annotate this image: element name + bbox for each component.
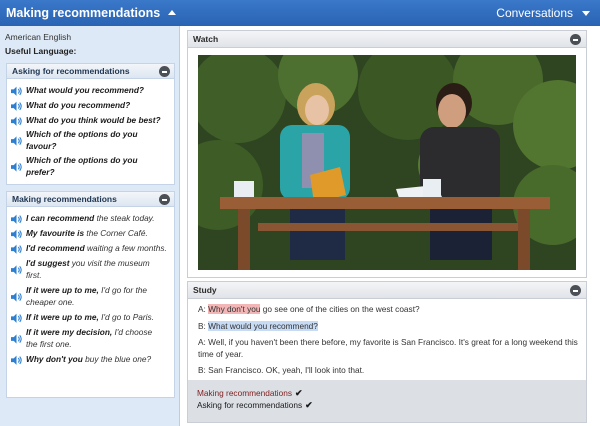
- phrase-text: What would you recommend?: [26, 85, 145, 95]
- top-bar: Making recommendations Conversations: [0, 0, 600, 26]
- phrase-key: If it were my decision,: [26, 327, 113, 337]
- card-title: Making recommendations: [12, 194, 117, 204]
- card-title: Asking for recommendations: [12, 66, 130, 76]
- phrase-rest: buy the blue one?: [85, 354, 152, 364]
- sidebar: American English Useful Language: Asking…: [0, 26, 180, 426]
- speaker-icon[interactable]: [11, 130, 22, 152]
- phrase-text: What do you recommend?: [26, 100, 131, 110]
- phrase-key: If it were up to me,: [26, 312, 99, 322]
- collapse-icon[interactable]: [159, 194, 170, 205]
- transcript-line: B: San Francisco. OK, yeah, I'll look in…: [198, 365, 582, 377]
- watch-panel: Watch: [187, 30, 587, 278]
- highlighted-phrase[interactable]: Why don't you: [208, 304, 261, 314]
- speaker-icon[interactable]: [11, 244, 22, 255]
- checklist-label: Asking for recommendations: [197, 400, 303, 410]
- study-title: Study: [193, 285, 217, 295]
- speaker-icon[interactable]: [11, 286, 22, 308]
- useful-language-heading: Useful Language:: [5, 46, 77, 56]
- lesson-title-toggle[interactable]: Making recommendations: [0, 6, 177, 20]
- card-header: Asking for recommendations: [7, 64, 174, 79]
- speaker-icon[interactable]: [11, 355, 22, 366]
- phrase-item[interactable]: If it were up to me, I'd go for the chea…: [11, 285, 171, 308]
- phrase-key: My favourite is: [26, 228, 85, 238]
- phrase-item[interactable]: What would you recommend?: [11, 85, 171, 97]
- language-variant: American English: [5, 32, 72, 42]
- speaker-icon[interactable]: [11, 214, 22, 225]
- phrase-item[interactable]: What do you think would be best?: [11, 115, 171, 127]
- making-recommendations-card: Making recommendations I can recommend t…: [6, 191, 175, 398]
- conversations-menu[interactable]: Conversations: [496, 6, 600, 20]
- study-header: Study: [188, 282, 586, 299]
- collapse-icon[interactable]: [570, 34, 581, 45]
- phrase-key: I'd suggest: [26, 258, 70, 268]
- speaker-label: B:: [198, 320, 206, 331]
- line-text: Well, if you haven't been there before, …: [198, 337, 578, 359]
- collapse-caret-icon: [168, 10, 177, 15]
- checklist-item[interactable]: Asking for recommendations ✔: [197, 399, 577, 411]
- speaker-label: B:: [198, 365, 206, 375]
- highlighted-phrase[interactable]: What would you recommend?: [208, 320, 318, 331]
- transcript: A: Why don't you go see one of the citie…: [198, 304, 582, 382]
- phrase-item[interactable]: If it were up to me, I'd go to Paris.: [11, 312, 171, 324]
- study-panel: Study A: Why don't you go see one of the…: [187, 281, 587, 423]
- phrase-item[interactable]: I'd suggest you visit the museum first.: [11, 258, 171, 281]
- phrase-item[interactable]: My favourite is the Corner Café.: [11, 228, 171, 240]
- phrase-item[interactable]: Why don't you buy the blue one?: [11, 354, 171, 366]
- checkmark-icon: ✔: [295, 387, 303, 398]
- phrase-item[interactable]: What do you recommend?: [11, 100, 171, 112]
- speaker-label: A:: [198, 337, 206, 347]
- line-text: San Francisco. OK, yeah, I'll look into …: [208, 365, 365, 375]
- speaker-icon[interactable]: [11, 156, 22, 178]
- speaker-icon[interactable]: [11, 259, 22, 281]
- watch-title: Watch: [193, 34, 219, 44]
- speaker-icon[interactable]: [11, 313, 22, 324]
- transcript-line: B: What would you recommend?: [198, 320, 582, 333]
- speaker-icon[interactable]: [11, 101, 22, 112]
- phrase-item[interactable]: I'd recommend waiting a few months.: [11, 243, 171, 255]
- phrase-key: I'd recommend: [26, 243, 85, 253]
- phrase-text: Which of the options do you prefer?: [26, 155, 138, 177]
- speaker-icon[interactable]: [11, 229, 22, 240]
- line-text: go see one of the cities on the west coa…: [262, 304, 420, 314]
- phrase-item[interactable]: Which of the options do you favour?: [11, 129, 171, 152]
- phrase-rest: waiting a few months.: [87, 243, 167, 253]
- phrase-rest: the steak today.: [96, 213, 155, 223]
- card-header: Making recommendations: [7, 192, 174, 207]
- transcript-line: A: Why don't you go see one of the citie…: [198, 304, 582, 316]
- speaker-icon[interactable]: [11, 328, 22, 350]
- phrase-text: What do you think would be best?: [26, 115, 161, 125]
- collapse-icon[interactable]: [159, 66, 170, 77]
- phrase-checklist: Making recommendations ✔ Asking for reco…: [188, 380, 586, 422]
- phrase-key: Why don't you: [26, 354, 83, 364]
- phrase-key: I can recommend: [26, 213, 95, 223]
- watch-header: Watch: [188, 31, 586, 48]
- phrase-rest: I'd go to Paris.: [101, 312, 154, 322]
- phrase-key: If it were up to me,: [26, 285, 99, 295]
- checklist-label: Making recommendations: [197, 388, 292, 398]
- checklist-item[interactable]: Making recommendations ✔: [197, 387, 577, 399]
- video-player[interactable]: [198, 55, 576, 270]
- checkmark-icon: ✔: [305, 399, 313, 410]
- speaker-label: A:: [198, 304, 206, 314]
- asking-for-recommendations-card: Asking for recommendations What would yo…: [6, 63, 175, 185]
- transcript-line: A: Well, if you haven't been there befor…: [198, 337, 582, 360]
- chevron-down-icon: [582, 10, 590, 16]
- phrase-item[interactable]: I can recommend the steak today.: [11, 213, 171, 225]
- phrase-item[interactable]: Which of the options do you prefer?: [11, 155, 171, 178]
- collapse-icon[interactable]: [570, 285, 581, 296]
- lesson-title: Making recommendations: [6, 6, 161, 20]
- speaker-icon[interactable]: [11, 86, 22, 97]
- phrase-item[interactable]: If it were my decision, I'd choose the f…: [11, 327, 171, 350]
- conversations-label: Conversations: [496, 6, 573, 20]
- phrase-rest: the Corner Café.: [86, 228, 148, 238]
- phrase-text: Which of the options do you favour?: [26, 129, 138, 151]
- speaker-icon[interactable]: [11, 116, 22, 127]
